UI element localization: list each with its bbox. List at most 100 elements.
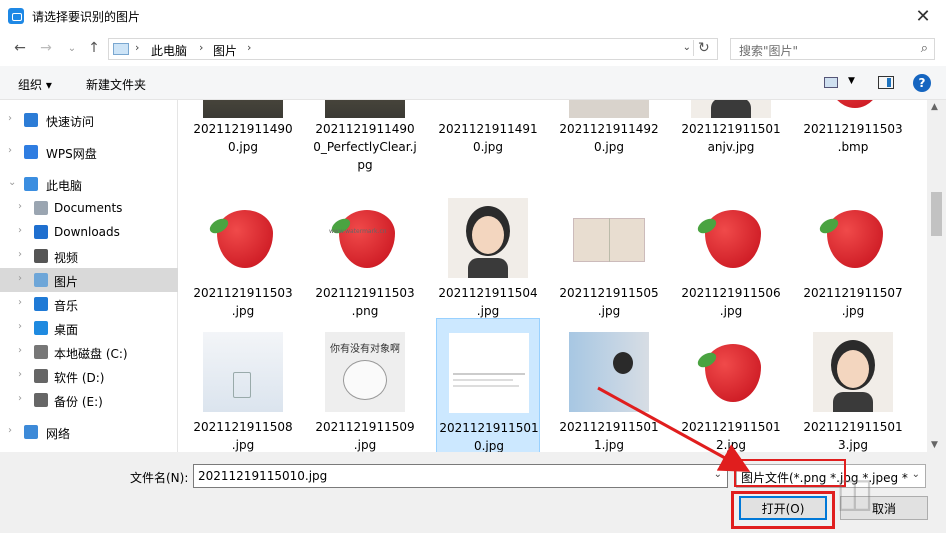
navigation-bar: ← → ⌄ ↑ › 此电脑 › 图片 › ⌄ ↻ 搜索"图片" ⌕ — [0, 32, 946, 66]
sidebar-item[interactable]: › 网络 — [0, 420, 178, 444]
new-folder-button[interactable]: 新建文件夹 — [86, 76, 146, 93]
sidebar-item[interactable]: › 软件 (D:) — [0, 364, 178, 388]
sidebar-item[interactable]: › 备份 (E:) — [0, 388, 178, 412]
chevron-right-icon[interactable]: › — [18, 225, 22, 236]
file-name: .jpg — [353, 438, 377, 452]
view-mode-icon[interactable] — [824, 77, 838, 88]
vertical-scrollbar[interactable]: ▲ ▼ — [927, 100, 946, 452]
file-name: 2021121911501 — [439, 421, 539, 435]
chevron-right-icon[interactable]: › — [18, 273, 22, 284]
close-button[interactable]: ✕ — [900, 0, 946, 32]
chevron-right-icon: › — [199, 41, 204, 54]
file-thumbnail — [813, 100, 893, 118]
file-name: 2021121911492 — [559, 122, 659, 136]
file-tile[interactable]: 2021121911506 .jpg — [679, 184, 783, 324]
file-tile[interactable]: 2021121911501 3.jpg — [801, 318, 905, 452]
file-tile[interactable]: www.watermark.cn 2021121911503 .png — [313, 184, 417, 324]
help-icon[interactable]: ? — [913, 74, 931, 92]
file-tile[interactable]: 2021121911508 .jpg — [191, 318, 295, 452]
music-icon — [34, 297, 48, 311]
file-name: 2021121911490 — [315, 122, 415, 136]
chevron-right-icon: › — [135, 41, 140, 54]
file-tile[interactable]: 2021121911491 0.jpg — [436, 100, 540, 178]
address-bar[interactable]: › 此电脑 › 图片 › ⌄ ↻ — [108, 38, 718, 60]
watermark-logo: ◫ — [836, 470, 874, 516]
sidebar-item[interactable]: › Documents — [0, 196, 178, 220]
sidebar-item-label: 软件 (D:) — [54, 371, 105, 385]
file-thumbnail — [813, 332, 893, 412]
chevron-right-icon[interactable]: › — [8, 145, 12, 156]
video-icon — [34, 249, 48, 263]
file-name: 2021121911503 — [193, 286, 293, 300]
file-name: 2021121911509 — [315, 420, 415, 434]
file-tile[interactable]: 2021121911492 0.jpg — [557, 100, 661, 178]
chevron-right-icon[interactable]: › — [18, 369, 22, 380]
desktop-icon — [34, 321, 48, 335]
chevron-right-icon[interactable]: › — [8, 113, 12, 124]
file-tile[interactable]: 2021121911507 .jpg — [801, 184, 905, 324]
breadcrumb-this-pc[interactable]: 此电脑 — [151, 42, 187, 59]
sidebar-item[interactable]: › 桌面 — [0, 316, 178, 340]
search-input[interactable]: 搜索"图片" ⌕ — [730, 38, 935, 60]
file-name: 0_PerfectlyClear.j — [313, 140, 417, 154]
file-thumbnail — [691, 198, 771, 278]
sidebar-item-label: 快速访问 — [46, 115, 95, 129]
scroll-up-icon[interactable]: ▲ — [931, 102, 938, 112]
sidebar-item[interactable]: › 音乐 — [0, 292, 178, 316]
file-tile[interactable]: 2021121911505 .jpg — [557, 184, 661, 324]
chevron-right-icon[interactable]: › — [18, 345, 22, 356]
scroll-down-icon[interactable]: ▼ — [931, 440, 938, 450]
sidebar-item[interactable]: › 快速访问 — [0, 108, 178, 132]
chevron-right-icon[interactable]: › — [18, 321, 22, 332]
file-tile[interactable]: 2021121911501 2.jpg — [679, 318, 783, 452]
organize-menu[interactable]: 组织 ▾ — [18, 76, 52, 93]
sidebar-item[interactable]: ⌄ 此电脑 — [0, 172, 178, 196]
file-tile[interactable]: 2021121911503 .jpg — [191, 184, 295, 324]
file-tile[interactable]: 2021121911504 .jpg — [436, 184, 540, 324]
file-tile[interactable]: 2021121911490 0_PerfectlyClear.j pg — [313, 100, 417, 178]
chevron-right-icon[interactable]: › — [18, 249, 22, 260]
chevron-down-icon[interactable]: ⌄ — [8, 177, 16, 188]
sidebar-item[interactable]: › WPS网盘 — [0, 140, 178, 164]
preview-pane-icon[interactable] — [878, 76, 894, 89]
breadcrumb-pictures[interactable]: 图片 — [213, 42, 237, 59]
chevron-down-icon[interactable]: ⌄ — [683, 42, 691, 53]
refresh-icon[interactable]: ↻ — [693, 40, 713, 56]
network-icon — [24, 425, 38, 439]
file-thumbnail — [569, 332, 649, 412]
scrollbar-thumb[interactable] — [931, 192, 942, 236]
up-button[interactable]: ↑ — [84, 38, 104, 58]
file-name: 0.jpg — [593, 140, 625, 154]
file-thumbnail — [691, 100, 771, 118]
chevron-right-icon[interactable]: › — [18, 297, 22, 308]
sidebar-item[interactable]: › Downloads — [0, 220, 178, 244]
picture-icon — [34, 273, 48, 287]
chevron-down-icon[interactable]: ⌄ — [714, 469, 722, 480]
chevron-right-icon[interactable]: › — [8, 425, 12, 436]
recent-locations-button[interactable]: ⌄ — [62, 38, 82, 58]
file-tile[interactable]: 2021121911490 0.jpg — [191, 100, 295, 178]
drive-icon — [34, 393, 48, 407]
sidebar-item[interactable]: › 本地磁盘 (C:) — [0, 340, 178, 364]
file-thumbnail — [449, 333, 529, 413]
sidebar-item[interactable]: › 图片 — [0, 268, 178, 292]
sidebar-item[interactable]: › 视频 — [0, 244, 178, 268]
back-button[interactable]: ← — [10, 38, 30, 58]
file-name: .jpg — [231, 438, 255, 452]
filename-field[interactable]: 20211219115010.jpg ⌄ — [193, 464, 728, 488]
pictures-folder-icon — [113, 43, 129, 55]
file-thumbnail — [813, 198, 893, 278]
cloud-icon — [24, 145, 38, 159]
file-thumbnail: www.watermark.cn — [325, 198, 405, 278]
chevron-right-icon[interactable]: › — [18, 393, 22, 404]
file-tile[interactable]: 2021121911503 .bmp — [801, 100, 905, 178]
file-tile[interactable]: 2021121911501 0.jpg — [436, 318, 540, 452]
file-tile[interactable]: 2021121911501 anjv.jpg — [679, 100, 783, 178]
sidebar-item-label: 桌面 — [54, 323, 79, 337]
file-tile[interactable]: 2021121911501 1.jpg — [557, 318, 661, 452]
forward-button[interactable]: → — [36, 38, 56, 58]
file-name: anjv.jpg — [707, 140, 755, 154]
chevron-right-icon[interactable]: › — [18, 201, 22, 212]
chevron-down-icon[interactable]: ▼ — [848, 76, 855, 86]
file-tile[interactable]: 你有没有对象啊 2021121911509 .jpg — [313, 318, 417, 452]
